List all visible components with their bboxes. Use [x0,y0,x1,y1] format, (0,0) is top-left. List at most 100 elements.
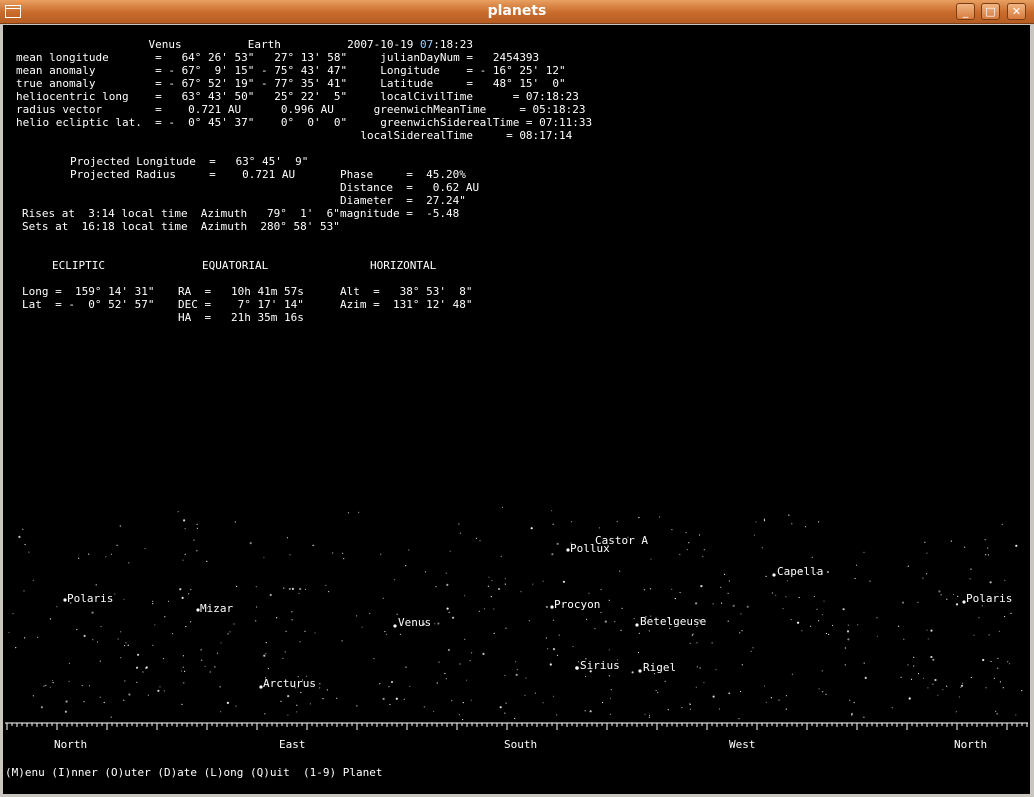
star-dot [727,692,730,694]
star-dot [328,591,330,593]
command-line: (M)enu (I)nner (O)uter (D)ate (L)ong (Q)… [5,766,383,779]
minimize-button[interactable]: _ [956,3,975,20]
star-dot [844,647,846,649]
star-dot [609,697,612,700]
close-button[interactable]: ✕ [1007,3,1026,20]
star-dot [917,601,919,604]
star-dot [685,532,687,534]
star-dot [891,707,893,709]
star-dot [424,571,427,573]
star-dot [598,527,601,529]
star-dot [83,701,85,703]
star-dot [265,642,267,644]
label-mizar: Mizar [200,602,233,615]
star-dot [171,633,174,635]
star-dot [405,565,407,567]
star-dot [844,664,846,666]
star-dot [712,603,714,605]
star-dot [638,517,640,519]
star-dot [283,587,285,589]
star-dot [51,680,54,682]
star-dot [1010,612,1012,614]
star-dot [910,678,913,681]
star-dot [319,687,321,689]
star-dot [449,550,451,552]
star-dot [990,660,992,663]
star-dot [926,552,928,554]
star-dot [850,712,854,716]
star-dot [688,542,690,544]
star-dot [114,593,116,595]
star-dot [196,523,198,525]
star-dot [405,666,407,668]
star-dot [504,674,506,677]
star-dot [182,655,185,657]
star-dot [234,521,236,523]
star-dot [516,669,518,671]
star-dot [342,552,344,554]
star-dot [586,618,588,620]
star-dot [229,631,231,633]
star-dot [917,673,920,675]
star-dot [545,637,547,639]
star-dot [658,516,661,518]
star-dot [584,710,586,712]
star-dot [741,630,743,632]
star-dot [957,595,959,598]
star-dot [703,549,705,551]
star-dot [287,714,289,716]
star-dot [602,701,604,704]
star-dot [296,711,298,713]
star-dot [727,592,729,595]
star-dot [45,684,47,686]
star-dot [696,642,698,644]
star-dot [464,595,466,597]
star-dot [942,689,944,691]
star-dot [204,665,206,668]
star-dot [525,677,527,679]
star-dot [389,703,391,706]
star-dot [206,560,208,563]
star-dot [445,678,447,680]
star-dot [982,658,985,662]
star-dot [482,652,485,656]
maximize-button[interactable]: □ [981,3,1000,20]
star-dot [127,644,129,646]
star-dot [462,702,464,704]
star-dot [147,694,149,696]
star-dot [689,708,692,710]
star-dot [446,583,449,587]
star-dot [32,695,34,697]
star-dot [761,547,763,549]
star-dot [821,670,823,672]
star-dot [610,689,612,691]
star-dot [499,706,502,709]
star-dot [220,711,222,713]
star-dot [124,645,126,647]
star-dot [964,546,966,548]
star-dot [18,535,21,538]
star-dot [689,703,692,706]
star-dot [68,662,70,664]
star-dot [464,638,466,641]
star-dot [68,680,70,682]
star-dot [491,579,493,582]
star-dot [700,585,703,588]
star-dot [120,631,122,633]
star-dot [960,686,962,688]
star-dot [183,682,185,684]
star-dot [750,650,752,652]
direction-north-left: North [54,738,87,751]
star-dot [785,695,788,697]
star-dot [164,616,166,618]
star-dot [772,573,776,577]
star-dot [490,596,492,598]
star-dot [955,711,957,713]
star-dot [56,606,58,608]
star-dot [1015,544,1018,547]
star-dot [462,718,464,721]
star-dot [746,605,749,608]
star-dot [298,592,300,594]
star-dot [876,617,878,619]
star-dot [818,620,820,622]
